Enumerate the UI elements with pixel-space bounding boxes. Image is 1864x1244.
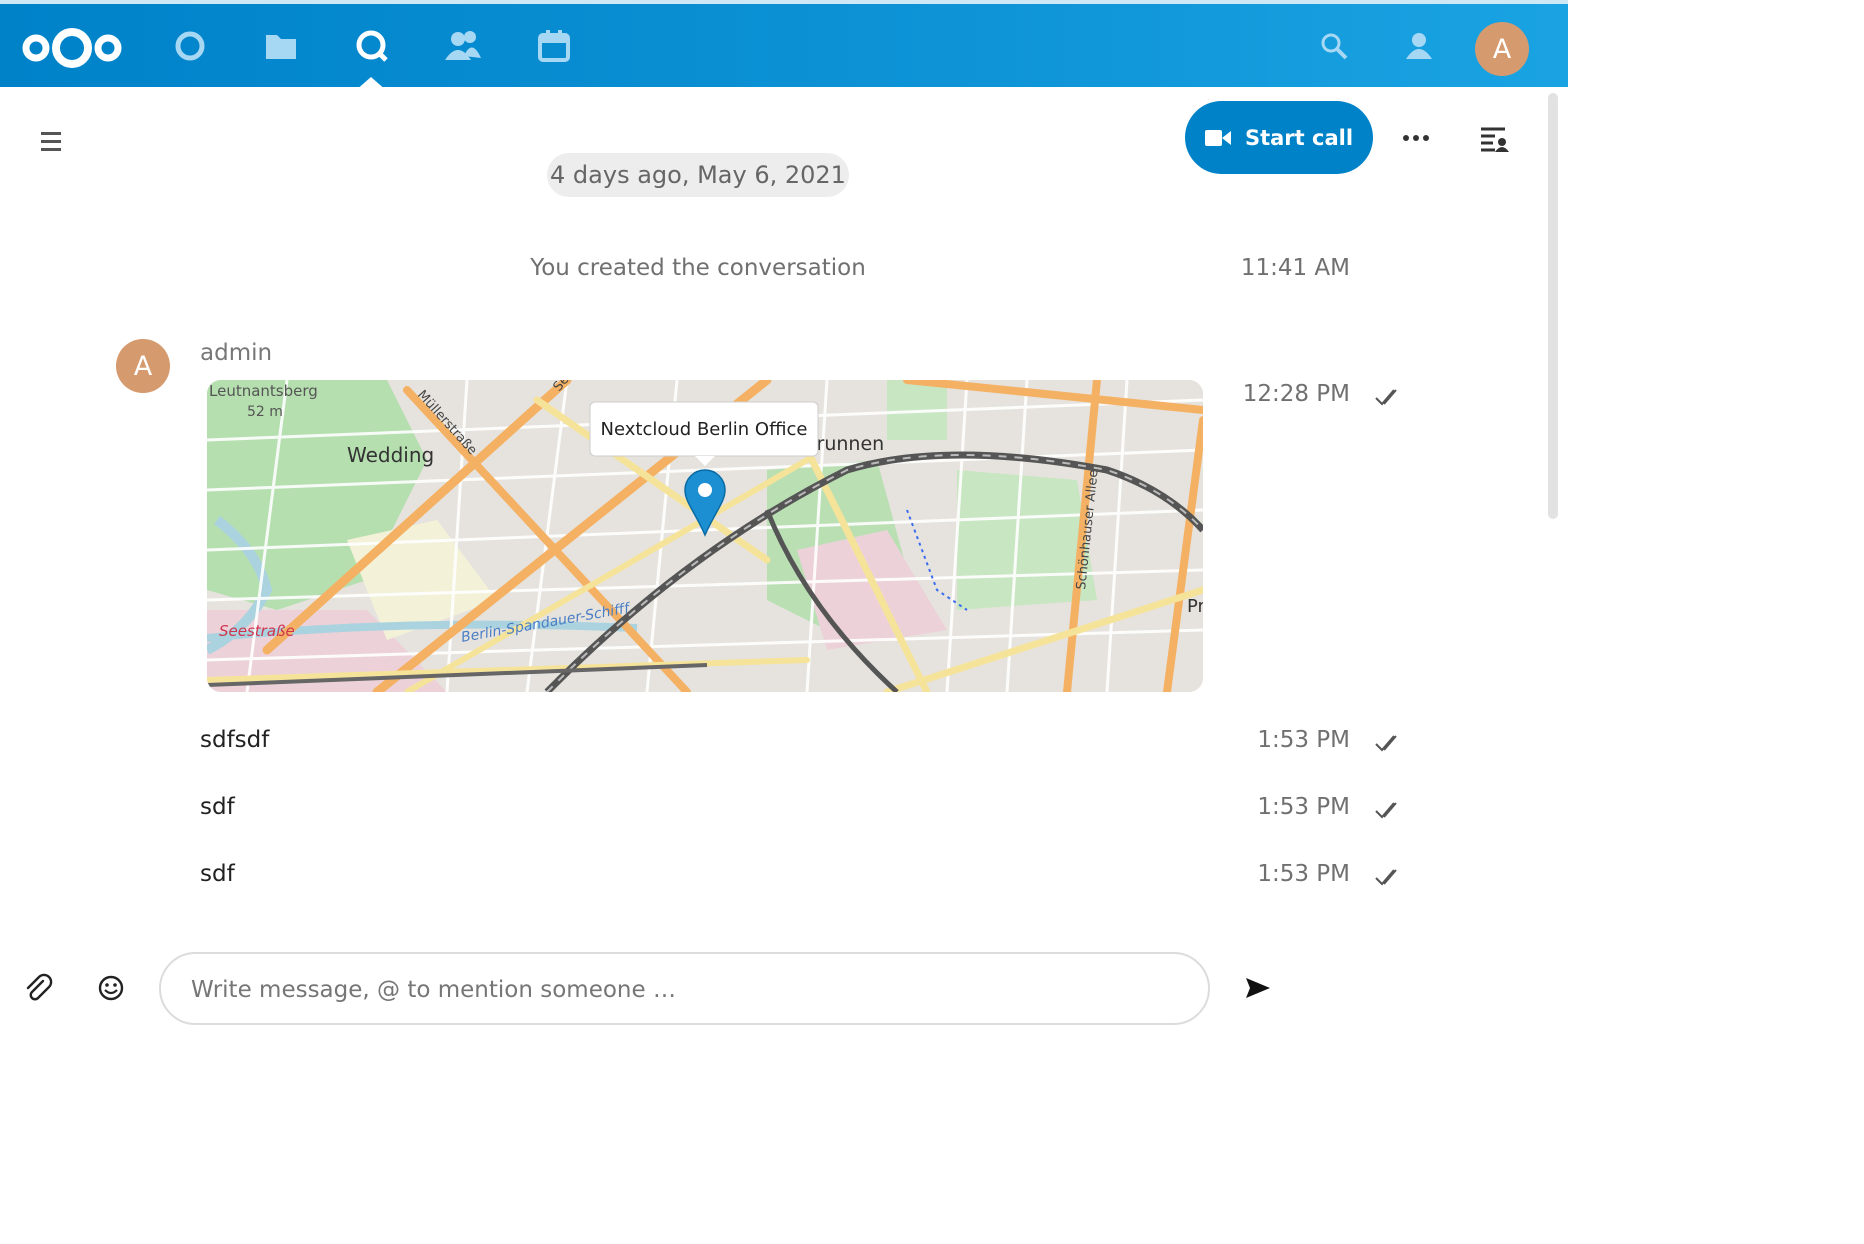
search-icon[interactable] — [1314, 26, 1354, 66]
send-icon[interactable] — [1240, 970, 1276, 1006]
message-text: sdf — [200, 794, 235, 820]
contacts-menu-icon[interactable] — [1399, 26, 1439, 66]
start-call-button[interactable]: Start call — [1185, 101, 1373, 174]
message-time: 1:53 PM — [1257, 727, 1350, 753]
top-navigation-bar: A — [0, 0, 1568, 91]
date-separator: 4 days ago, May 6, 2021 — [547, 153, 849, 197]
system-message-time: 11:41 AM — [1240, 255, 1350, 281]
map-popup-label: Nextcloud Berlin Office — [601, 419, 808, 440]
start-call-label: Start call — [1244, 125, 1354, 150]
message-time: 1:53 PM — [1257, 861, 1350, 887]
read-checkmark-icon — [1375, 802, 1397, 819]
message-text: sdf — [200, 861, 235, 887]
location-map-preview[interactable]: Leutnantsberg 52 m Wedding Müllerstraße … — [207, 380, 1203, 692]
hamburger-menu-icon[interactable] — [38, 128, 66, 156]
message-text: sdfsdf — [200, 727, 270, 753]
map-label-pr: Pr — [1187, 596, 1203, 617]
talk-app-icon[interactable] — [352, 26, 392, 66]
map-label-seestrasse: Seestraße — [219, 622, 295, 640]
user-avatar[interactable]: A — [1475, 22, 1529, 76]
dashboard-app-icon[interactable] — [170, 26, 210, 66]
system-message: You created the conversation — [530, 255, 866, 281]
contacts-app-icon[interactable] — [443, 26, 483, 66]
more-actions-icon[interactable] — [1398, 120, 1434, 156]
map-label-leutnantsberg: Leutnantsberg — [209, 382, 318, 400]
emoji-icon[interactable] — [93, 970, 129, 1006]
map-label-wedding: Wedding — [347, 443, 434, 467]
map-label-elevation: 52 m — [247, 404, 283, 420]
map-popup: Nextcloud Berlin Office — [589, 401, 819, 466]
author-avatar[interactable]: A — [116, 339, 170, 393]
scrollbar[interactable] — [1548, 93, 1558, 519]
read-checkmark-icon — [1375, 735, 1397, 752]
calendar-app-icon[interactable] — [534, 26, 574, 66]
read-checkmark-icon — [1375, 389, 1397, 406]
video-camera-icon — [1204, 129, 1231, 146]
read-checkmark-icon — [1375, 869, 1397, 886]
message-composer — [159, 952, 1210, 1025]
paperclip-icon[interactable] — [20, 970, 56, 1006]
active-app-indicator — [355, 77, 387, 91]
message-time: 1:53 PM — [1257, 794, 1350, 820]
message-input[interactable] — [189, 972, 1173, 1008]
toggle-sidebar-icon[interactable] — [1477, 122, 1511, 156]
message-time: 12:28 PM — [1242, 381, 1350, 407]
nextcloud-logo[interactable] — [20, 24, 126, 72]
author-name: admin — [200, 340, 273, 366]
files-app-icon[interactable] — [261, 26, 301, 66]
